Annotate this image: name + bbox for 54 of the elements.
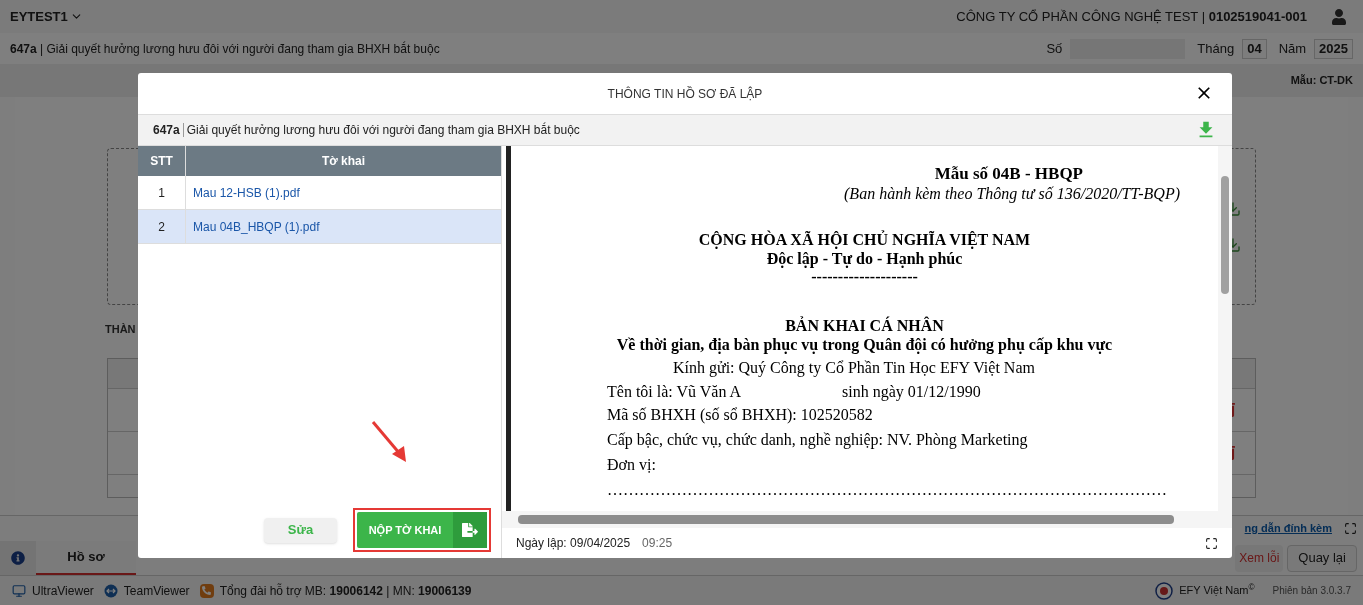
document-line: Đơn vị: xyxy=(607,456,656,473)
phone-icon xyxy=(199,583,214,598)
row-number: 1 xyxy=(138,176,186,209)
document-subheading: -------------------- xyxy=(811,268,918,286)
document-line: Tên tôi là: Vũ Văn A xyxy=(607,382,743,402)
vertical-scrollbar[interactable] xyxy=(1221,176,1229,294)
form-number: Mẫu số 04B - HBQP xyxy=(934,164,1083,184)
view-errors-button[interactable]: Xem lỗi xyxy=(1235,544,1284,572)
form-title: 647a | Giải quyết hưởng lương hưu đôi với người đang tham gia BHXH bắt buộc xyxy=(10,40,440,58)
expand-icon[interactable] xyxy=(1205,536,1218,550)
dossier-title: 647a Giải quyết hưởng lương hưu đôi với người đang tham gia BHXH bắt buộc xyxy=(153,121,580,139)
document-subheading: Về thời gian, địa bàn phục vụ trong Quân đội có hưởng phụ cấp khu vực xyxy=(616,336,1113,354)
dialog-title: THÔNG TIN HỒ SƠ ĐÃ LẬP xyxy=(607,85,763,103)
company-name: CÔNG TY CỔ PHẦN CÔNG NGHỆ TEST | 0102519041-001 xyxy=(956,7,1307,26)
status-item: TeamViewer xyxy=(123,582,190,600)
edit-button[interactable]: Sửa xyxy=(264,517,337,543)
document-title: BẢN KHAI CÁ NHÂN xyxy=(785,316,944,336)
brand-logo-icon xyxy=(1155,581,1174,600)
status-item: Tổng đài hỗ trợ MB: 19006142 | MN: 19006139 xyxy=(219,582,472,600)
brand-name: EFY Việt Nam$^{©}$ xyxy=(1179,582,1255,599)
document-subheading: Độc lập - Tự do - Hạnh phúc xyxy=(766,250,963,268)
monitor-icon xyxy=(12,583,26,598)
file-row[interactable]: 1 Mau 12-HSB (1).pdf xyxy=(138,176,501,210)
info-icon[interactable] xyxy=(11,551,25,565)
document-line: …………………………………………………………………………………………… xyxy=(607,481,1167,498)
back-button[interactable]: Quay lại xyxy=(1287,544,1357,572)
status-item: UltraViewer xyxy=(32,582,94,600)
year-field[interactable]: 2025 xyxy=(1314,38,1353,59)
year-label: Năm xyxy=(1278,39,1307,58)
created-date: Ngày lập: 09/04/2025 xyxy=(516,535,631,552)
horizontal-scrollbar[interactable] xyxy=(518,515,1174,524)
month-field[interactable]: 04 xyxy=(1242,38,1267,59)
document-heading: CỘNG HÒA XÃ HỘI CHỦ NGHĨA VIỆT NAM xyxy=(698,230,1031,250)
row-number: 2 xyxy=(138,210,186,243)
template-label: Mẫu: CT-DK xyxy=(1290,73,1353,89)
addressee-line: Kính gửi: Quý Công ty Cổ Phần Tin Học EFY Việt Nam xyxy=(673,359,1035,376)
number-label: Số xyxy=(1046,39,1063,58)
file-row[interactable]: 2 Mau 04B_HBQP (1).pdf xyxy=(138,210,501,244)
account-dropdown[interactable]: EYTEST1 xyxy=(10,6,83,27)
file-name: Mau 12-HSB (1).pdf xyxy=(192,184,301,202)
created-time: 09:25 xyxy=(642,535,673,552)
issued-note: (Ban hành kèm theo Thông tư số 136/2020/TT-BQP) xyxy=(844,184,1180,204)
document-line: Mã số BHXH (số sổ BHXH): 102520582 xyxy=(607,406,873,423)
attachment-guide-link[interactable]: ng dẫn đính kèm xyxy=(1244,520,1332,537)
file-export-icon xyxy=(462,522,478,538)
birth-date: sinh ngày 01/12/1990 xyxy=(842,382,981,402)
version-label: Phiên bản 3.0.3.7 xyxy=(1272,584,1351,598)
month-label: Tháng xyxy=(1197,39,1235,58)
file-name: Mau 04B_HBQP (1).pdf xyxy=(192,218,321,236)
document-line: Cấp bậc, chức vụ, chức danh, nghề nghiệp: NV. Phòng Marketing xyxy=(607,431,1028,448)
user-icon[interactable] xyxy=(1331,8,1347,25)
submit-button[interactable]: NỘP TỜ KHAI xyxy=(357,512,487,548)
section-heading: THÀN xyxy=(105,322,136,337)
column-header: Tờ khai xyxy=(320,153,367,170)
